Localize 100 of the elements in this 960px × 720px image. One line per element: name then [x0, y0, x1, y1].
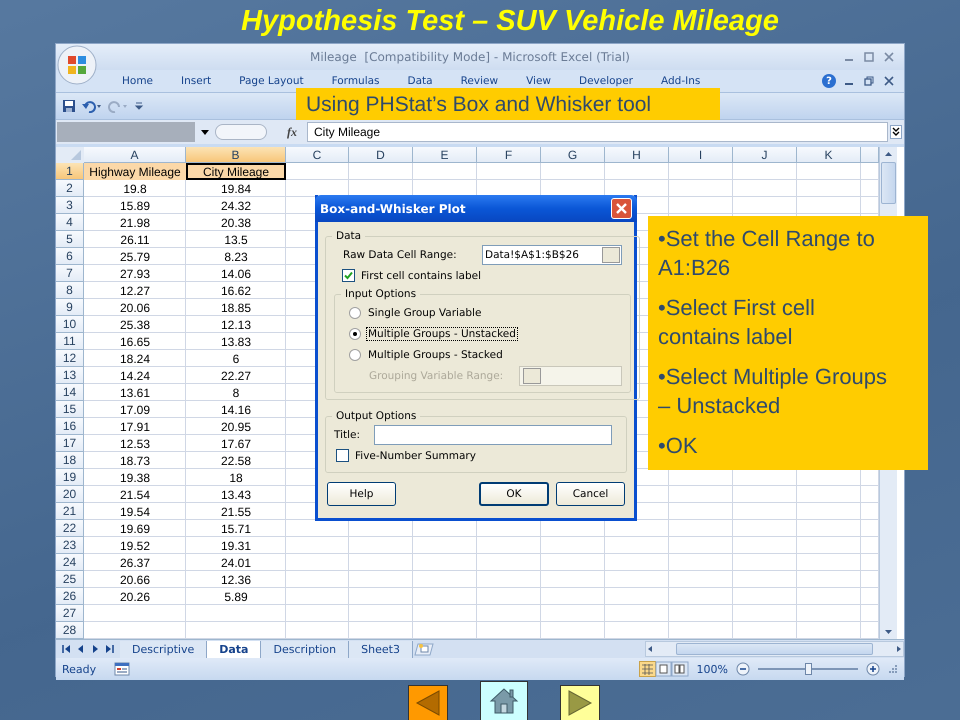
restore-icon[interactable] [864, 76, 874, 86]
radio-button[interactable] [349, 348, 361, 360]
table-cell-text: 16.62 [220, 282, 252, 299]
column-header[interactable]: K [797, 147, 861, 163]
row-header[interactable]: 9 [56, 299, 84, 316]
row-header[interactable]: 11 [56, 333, 84, 350]
column-header[interactable]: I [669, 147, 733, 163]
sheet-tab[interactable]: Description [261, 640, 350, 658]
row-header[interactable]: 4 [56, 214, 84, 231]
view-buttons[interactable] [638, 661, 689, 677]
dropdown-icon[interactable] [201, 130, 209, 134]
ribbon-tab[interactable]: View [512, 75, 565, 87]
row-header[interactable]: 5 [56, 231, 84, 248]
range-field[interactable]: Data!$A$1:$B$26 [482, 244, 622, 264]
row-header[interactable]: 22 [56, 520, 84, 537]
title-field[interactable] [374, 424, 612, 444]
scroll-thumb[interactable] [881, 162, 896, 204]
range-picker-button[interactable] [523, 368, 541, 384]
slider-thumb[interactable] [805, 663, 812, 675]
column-header[interactable]: H [605, 147, 669, 163]
close-icon[interactable] [884, 76, 894, 86]
table-cell-text: 12.53 [118, 436, 152, 452]
undo-icon[interactable] [82, 99, 102, 113]
column-header[interactable]: C [286, 147, 349, 163]
row-header[interactable]: 12 [56, 350, 84, 367]
first-sheet-icon[interactable] [62, 644, 72, 654]
maximize-icon[interactable] [864, 52, 874, 62]
row-header[interactable]: 2 [56, 180, 84, 197]
column-header[interactable]: D [349, 147, 413, 163]
last-sheet-icon[interactable] [104, 644, 114, 654]
row-header[interactable]: 10 [56, 316, 84, 333]
row-header[interactable]: 23 [56, 537, 84, 554]
row-header[interactable]: 15 [56, 401, 84, 418]
row-header[interactable]: 25 [56, 571, 84, 588]
home-button[interactable] [480, 681, 528, 720]
scroll-right-icon[interactable] [895, 645, 903, 653]
column-header[interactable]: B [186, 147, 286, 163]
ribbon-tab[interactable]: Home [108, 75, 168, 87]
column-header[interactable]: G [541, 147, 605, 163]
ribbon-tab[interactable]: Formulas [318, 75, 394, 87]
next-slide-button[interactable] [560, 685, 600, 720]
save-icon[interactable] [62, 99, 76, 113]
dialog-button[interactable]: OK [479, 482, 549, 506]
row-header[interactable]: 16 [56, 418, 84, 435]
close-icon[interactable] [884, 52, 894, 62]
radio-button[interactable] [349, 328, 361, 340]
zoom-in-icon[interactable] [866, 662, 880, 676]
scroll-thumb[interactable] [676, 643, 873, 655]
sheet-tab[interactable]: Descriptive [120, 640, 208, 658]
row-header[interactable]: 21 [56, 503, 84, 520]
ribbon-tab[interactable]: Data [394, 75, 447, 87]
dialog-button[interactable]: Cancel [556, 482, 625, 506]
checkbox[interactable] [336, 449, 349, 462]
column-header[interactable]: A [84, 147, 186, 163]
previous-sheet-icon[interactable] [76, 644, 86, 654]
ribbon-tab[interactable]: Add-Ins [647, 75, 714, 87]
row-header[interactable]: 7 [56, 265, 84, 282]
dialog-button[interactable]: Help [327, 482, 396, 506]
ribbon-tab[interactable]: Developer [565, 75, 648, 87]
ribbon-tab[interactable]: Insert [167, 75, 226, 87]
ribbon-tab[interactable]: Page Layout [225, 75, 318, 87]
sheet-tab[interactable]: Sheet3 [349, 640, 413, 658]
radio-button[interactable] [349, 306, 361, 318]
insert-sheet-icon[interactable] [412, 642, 435, 656]
zoom-out-icon[interactable] [736, 662, 750, 676]
column-header[interactable]: F [477, 147, 541, 163]
row-header[interactable]: 8 [56, 282, 84, 299]
row-header[interactable]: 28 [56, 622, 84, 639]
scroll-left-icon[interactable] [646, 645, 654, 653]
formula-field[interactable]: City Mileage [307, 122, 888, 142]
row-header[interactable]: 19 [56, 469, 84, 486]
next-sheet-icon[interactable] [90, 644, 100, 654]
row-header[interactable]: 3 [56, 197, 84, 214]
row-header[interactable]: 20 [56, 486, 84, 503]
row-header[interactable]: 6 [56, 248, 84, 265]
help-button[interactable]: ? [822, 74, 836, 88]
expand-icon[interactable] [890, 125, 902, 139]
row-header[interactable]: 18 [56, 452, 84, 469]
office-button[interactable] [57, 45, 97, 85]
row-header[interactable]: 14 [56, 384, 84, 401]
column-header[interactable]: J [733, 147, 797, 163]
ribbon-tab[interactable]: Review [446, 75, 512, 87]
table-cell-text: 20.66 [118, 572, 152, 588]
row-header[interactable]: 26 [56, 588, 84, 605]
previous-slide-button[interactable] [408, 685, 448, 720]
close-button[interactable] [611, 198, 632, 219]
resize-grip-icon[interactable] [888, 664, 898, 674]
column-header[interactable]: E [413, 147, 477, 163]
row-header[interactable]: 13 [56, 367, 84, 384]
row-header[interactable]: 27 [56, 605, 84, 622]
macro-record-icon[interactable] [114, 662, 130, 676]
row-header[interactable]: 1 [56, 163, 84, 180]
sheet-tab[interactable]: Data [207, 640, 262, 658]
range-picker-button[interactable] [602, 246, 620, 262]
field-value: Data!$A$1:$B$26 [485, 248, 579, 260]
checkbox[interactable] [342, 269, 355, 282]
insert-function-button[interactable]: fx [287, 124, 297, 140]
grouping-field[interactable] [519, 366, 622, 386]
row-header[interactable]: 17 [56, 435, 84, 452]
row-header[interactable]: 24 [56, 554, 84, 571]
